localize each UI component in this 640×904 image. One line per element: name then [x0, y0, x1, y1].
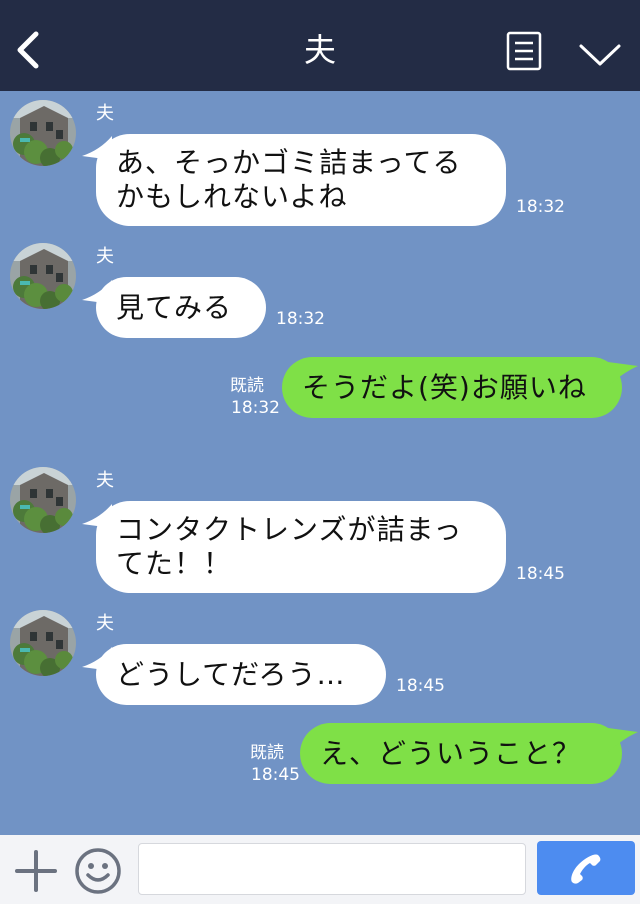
message-time: 18:32 [276, 309, 325, 329]
chevron-down-icon[interactable] [578, 40, 622, 70]
avatar[interactable] [10, 467, 76, 533]
message-bubble[interactable]: そうだよ(笑)お願いね [282, 357, 622, 418]
message-time: 18:45 [516, 564, 565, 584]
call-button[interactable] [537, 841, 635, 895]
input-bar [0, 835, 640, 904]
message-text: あ、そっかゴミ詰まってる かもしれないよね [116, 146, 462, 213]
message-input[interactable] [138, 843, 526, 895]
menu-icon[interactable] [506, 31, 542, 71]
smiley-icon[interactable] [74, 847, 122, 895]
avatar[interactable] [10, 243, 76, 309]
message-time: 18:45 [251, 765, 300, 785]
message-bubble[interactable]: あ、そっかゴミ詰まってる かもしれないよね [96, 134, 506, 226]
message-time: 18:32 [231, 398, 280, 418]
chat-header: 夫 [0, 0, 640, 91]
avatar[interactable] [10, 610, 76, 676]
message-text: 見てみる [116, 290, 233, 324]
message-text: そうだよ(笑)お願いね [302, 370, 587, 404]
message-bubble[interactable]: 見てみる [96, 277, 266, 338]
message-bubble[interactable]: どうしてだろう… [96, 644, 386, 705]
sender-name: 夫 [96, 470, 114, 491]
message-bubble[interactable]: え、どういうこと？ [300, 723, 622, 784]
message-time: 18:32 [516, 197, 565, 217]
chat-title: 夫 [303, 31, 336, 69]
message-text: どうしてだろう… [116, 657, 346, 691]
bubble-tail [608, 728, 638, 752]
avatar[interactable] [10, 100, 76, 166]
message-time: 18:45 [396, 676, 445, 696]
phone-icon [571, 854, 601, 884]
plus-icon[interactable] [14, 849, 58, 893]
message-bubble[interactable]: コンタクトレンズが詰まっ てた！！ [96, 501, 506, 593]
read-receipt: 既読 [250, 743, 284, 763]
sender-name: 夫 [96, 246, 114, 267]
sender-name: 夫 [96, 613, 114, 634]
message-text: え、どういうこと？ [320, 736, 582, 770]
message-text: コンタクトレンズが詰まっ てた！！ [116, 513, 463, 580]
bubble-tail [608, 362, 638, 386]
sender-name: 夫 [96, 103, 114, 124]
read-receipt: 既読 [230, 376, 264, 396]
